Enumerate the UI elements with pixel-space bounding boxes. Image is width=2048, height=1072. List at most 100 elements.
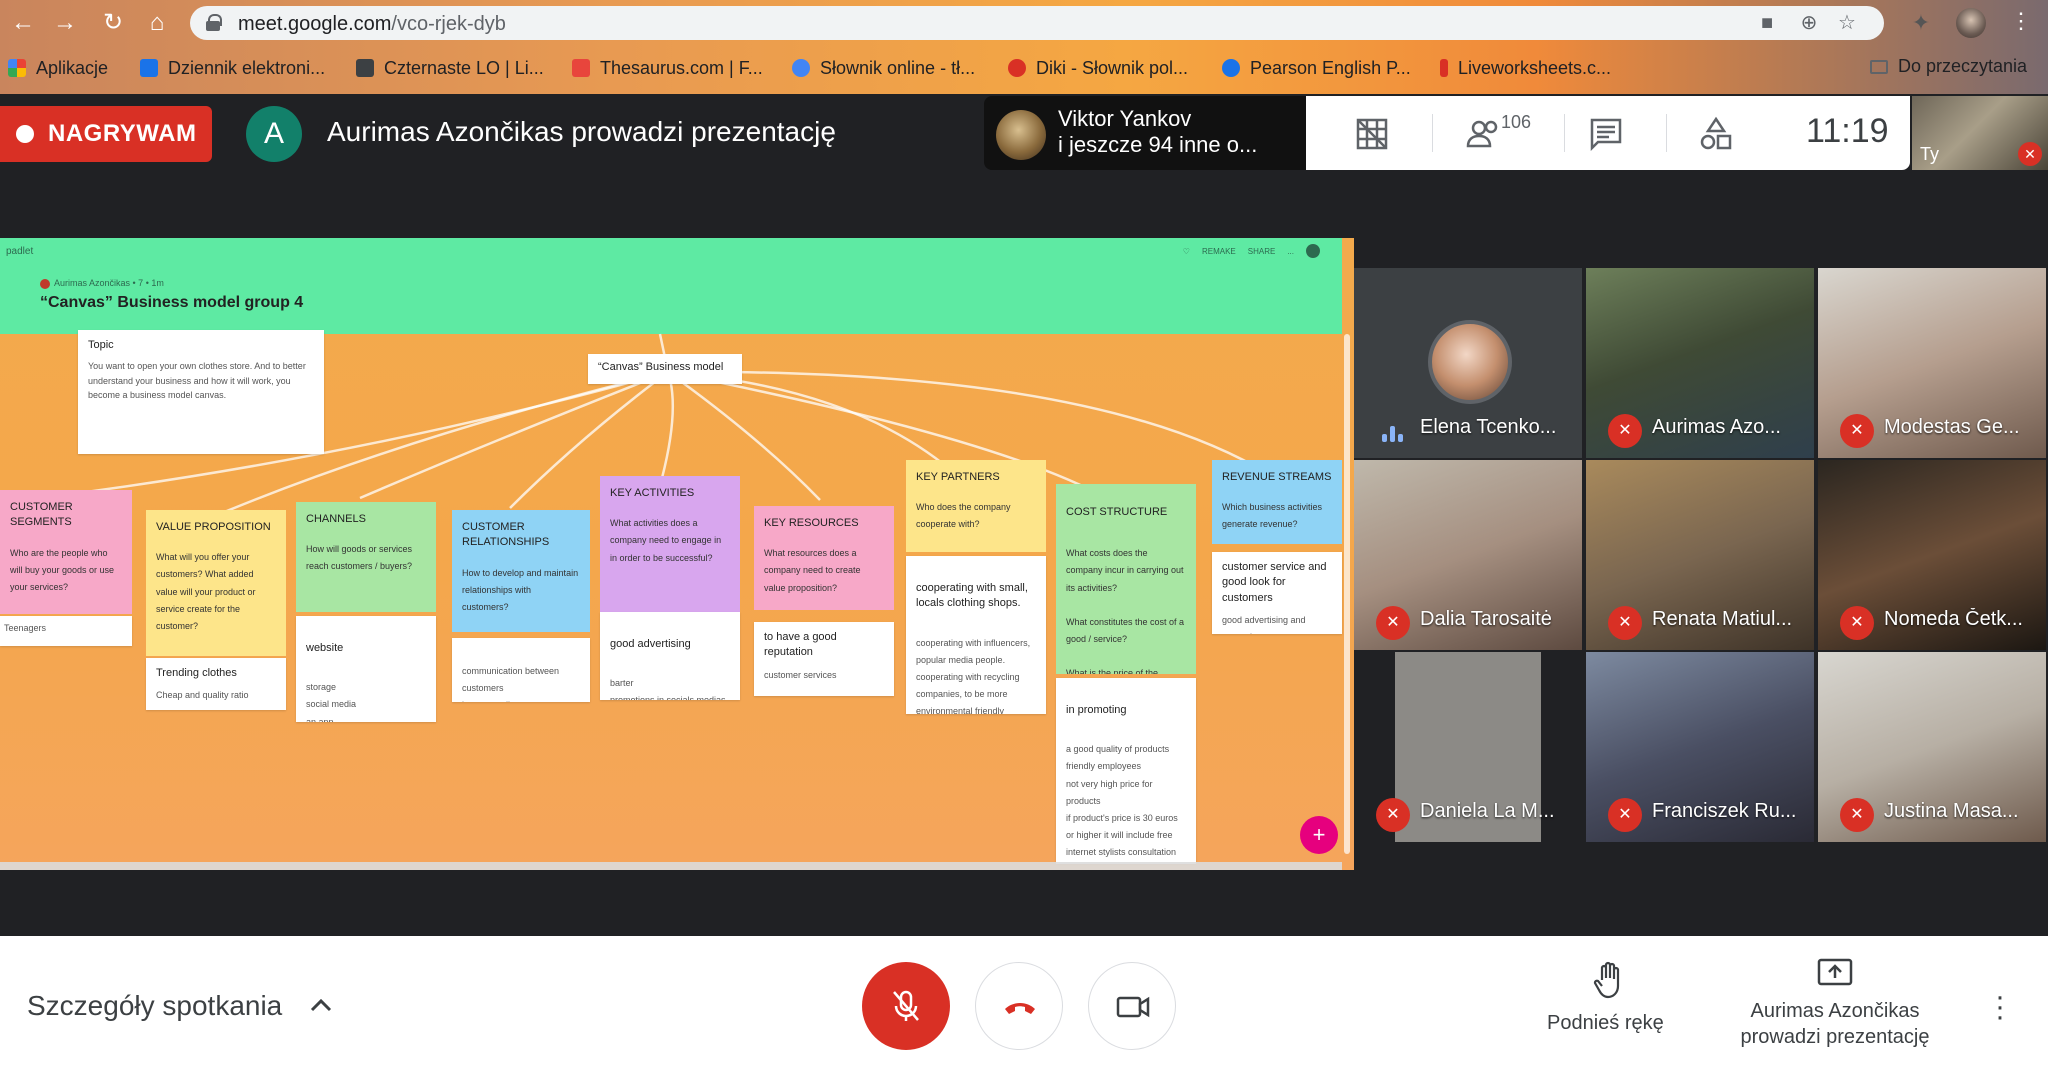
answer-card[interactable]: cooperating with small, locals clothing … <box>906 556 1046 714</box>
address-bar[interactable]: meet.google.com/vco-rjek-dyb ■ ⊕ ☆ <box>190 6 1884 40</box>
key-partners-card[interactable]: KEY PARTNERS Who does the company cooper… <box>906 460 1046 552</box>
mic-off-icon: ✕ <box>1608 798 1642 832</box>
reload-icon[interactable]: ↻ <box>98 8 128 38</box>
forward-arrow-icon[interactable]: → <box>50 8 80 38</box>
participant-tile[interactable]: ✕ Franciszek Ru... <box>1586 652 1814 842</box>
video-camera-icon <box>1116 996 1150 1018</box>
bookmark-star-icon[interactable]: ☆ <box>1834 11 1860 35</box>
active-speakers-chip[interactable]: Viktor Yankov i jeszcze 94 inne o... <box>984 96 1306 170</box>
add-post-button[interactable]: + <box>1300 816 1338 854</box>
column-question: Which business activities generate reven… <box>1222 502 1323 530</box>
answer-card[interactable]: website storage social media an app <box>296 616 436 722</box>
people-icon[interactable] <box>1464 114 1504 154</box>
participant-tile[interactable]: ✕ Dalia Tarosaitė <box>1354 460 1582 650</box>
answer-card[interactable]: communication between customers internet… <box>452 638 590 702</box>
separator <box>1564 114 1565 152</box>
mic-off-icon: ✕ <box>1376 798 1410 832</box>
answer-sub: a good quality of products friendly empl… <box>1066 744 1178 857</box>
present-screen-icon[interactable] <box>1817 958 1853 988</box>
topic-card[interactable]: Topic You want to open your own clothes … <box>78 330 324 454</box>
camera-toggle-button[interactable] <box>1088 962 1176 1050</box>
shared-screen[interactable]: padlet Aurimas Azončikas • 7 • 1m “Canva… <box>0 238 1354 870</box>
bookmark-item[interactable]: Thesaurus.com | F... <box>572 56 763 80</box>
self-view-tile[interactable]: Ty ✕ <box>1912 96 2048 170</box>
bookmark-item[interactable]: Aplikacje <box>8 56 108 80</box>
url-host: meet.google.com <box>238 13 392 35</box>
browser-menu-icon[interactable]: ⋮ <box>2010 8 2032 38</box>
extensions-icon[interactable]: ✦ <box>1908 10 1934 36</box>
bookmark-item[interactable]: Czternaste LO | Li... <box>356 56 544 80</box>
bookmark-item[interactable]: Pearson English P... <box>1222 56 1411 80</box>
value-proposition-card[interactable]: VALUE PROPOSITION What will you offer yo… <box>146 510 286 656</box>
presenter-avatar: A <box>246 106 302 162</box>
layout-grid-icon[interactable] <box>1352 114 1392 154</box>
zoom-icon[interactable]: ⊕ <box>1796 11 1822 35</box>
presenting-line1: Aurimas Azončikas <box>1750 1000 1920 1022</box>
answer-card[interactable]: Trending clothes Cheap and quality ratio <box>146 658 286 710</box>
url-text[interactable]: meet.google.com/vco-rjek-dyb <box>238 13 506 36</box>
bookmark-label: Aplikacje <box>36 57 109 78</box>
column-header: CUSTOMER RELATIONSHIPS <box>462 521 550 549</box>
bookmark-item[interactable]: Dziennik elektroni... <box>140 56 325 80</box>
profile-avatar[interactable] <box>1956 8 1986 38</box>
raise-hand-icon[interactable] <box>1592 960 1628 1000</box>
more-options-icon[interactable]: · · · <box>1992 982 2008 1032</box>
presenting-button[interactable]: Aurimas Azončikas prowadzi prezentację <box>1733 998 1937 1050</box>
bookmark-label: Diki - Słownik pol... <box>1036 57 1189 78</box>
leave-call-button[interactable] <box>975 962 1063 1050</box>
bookmark-label: Thesaurus.com | F... <box>600 57 763 78</box>
reading-list[interactable]: Do przeczytania <box>1870 56 2027 77</box>
participant-tile[interactable]: ✕ Modestas Ge... <box>1818 268 2046 458</box>
topic-text: You want to open your own clothes store.… <box>88 361 306 401</box>
vertical-scrollbar[interactable] <box>1344 334 1350 854</box>
center-card[interactable]: “Canvas” Business model <box>588 354 742 384</box>
customer-segments-card[interactable]: CUSTOMER SEGMENTS Who are the people who… <box>0 490 132 614</box>
bookmark-favicon <box>792 59 810 77</box>
topic-title: Topic <box>88 339 114 351</box>
center-title: “Canvas” Business model <box>598 361 724 373</box>
answer-card[interactable]: in promoting a good quality of products … <box>1056 678 1196 864</box>
camera-icon[interactable]: ■ <box>1754 11 1780 35</box>
answer-sub: cooperating with influencers, popular me… <box>916 637 1031 714</box>
participant-tile[interactable]: ✕ Nomeda Četk... <box>1818 460 2046 650</box>
participant-tile[interactable]: ✕ Aurimas Azo... <box>1586 268 1814 458</box>
horizontal-scrollbar[interactable] <box>0 862 1342 870</box>
column-header: REVENUE STREAMS <box>1222 471 1332 483</box>
raise-hand-button[interactable]: Podnieś rękę <box>1547 1012 1664 1035</box>
home-icon[interactable]: ⌂ <box>142 8 172 38</box>
participant-tile[interactable]: ✕ Renata Matiul... <box>1586 460 1814 650</box>
column-header: CUSTOMER SEGMENTS <box>10 501 73 529</box>
chevron-up-icon[interactable] <box>306 990 336 1020</box>
answer-card[interactable]: to have a good reputation customer servi… <box>754 622 894 696</box>
participant-tile[interactable]: ✕ Daniela La M... <box>1354 652 1582 842</box>
chat-icon[interactable] <box>1586 114 1626 154</box>
mic-toggle-button[interactable] <box>862 962 950 1050</box>
answer-card[interactable]: Teenagers <box>0 616 132 646</box>
column-question: What resources does a company need to cr… <box>764 548 861 593</box>
participant-tile[interactable]: Elena Tcenko... <box>1354 268 1582 458</box>
key-resources-card[interactable]: KEY RESOURCES What resources does a comp… <box>754 506 894 610</box>
customer-relationships-card[interactable]: CUSTOMER RELATIONSHIPS How to develop an… <box>452 510 590 632</box>
url-path: /vco-rjek-dyb <box>391 13 506 35</box>
answer-card[interactable]: good advertising barter promotions in so… <box>600 612 740 700</box>
activities-icon[interactable] <box>1696 114 1736 154</box>
bookmark-item[interactable]: Słownik online - tł... <box>792 56 975 80</box>
bookmark-item[interactable]: Diki - Słownik pol... <box>1008 56 1188 80</box>
participant-name: Nomeda Četk... <box>1884 608 2023 630</box>
column-header: VALUE PROPOSITION <box>156 521 271 533</box>
bookmark-favicon <box>1440 59 1448 77</box>
revenue-streams-card[interactable]: REVENUE STREAMS Which business activitie… <box>1212 460 1342 544</box>
meeting-details-button[interactable]: Szczegóły spotkania <box>27 990 282 1022</box>
answer-card[interactable]: customer service and good look for custo… <box>1212 552 1342 634</box>
recording-badge[interactable]: NAGRYWAM <box>0 106 212 162</box>
meeting-controls-bar: 106 11:19 <box>1306 96 1910 170</box>
back-arrow-icon[interactable]: ← <box>8 8 38 38</box>
bookmark-label: Dziennik elektroni... <box>168 57 326 78</box>
participant-tile[interactable]: ✕ Justina Masa... <box>1818 652 2046 842</box>
channels-card[interactable]: CHANNELS How will goods or services reac… <box>296 502 436 612</box>
bookmark-item[interactable]: Liveworksheets.c... <box>1440 56 1611 80</box>
cost-structure-card[interactable]: COST STRUCTURE What costs does the compa… <box>1056 484 1196 674</box>
reading-list-icon <box>1870 59 1888 74</box>
answer-title: customer service and good look for custo… <box>1222 561 1327 604</box>
key-activities-card[interactable]: KEY ACTIVITIES What activities does a co… <box>600 476 740 612</box>
